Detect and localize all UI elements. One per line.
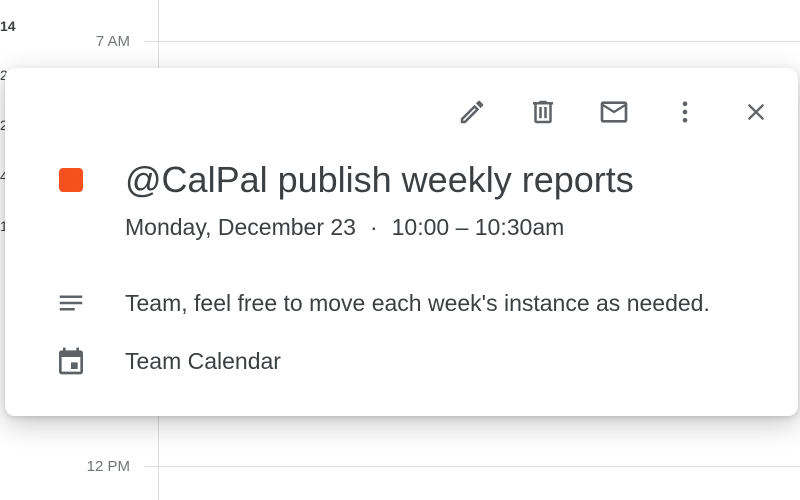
event-popup-toolbar <box>423 90 778 134</box>
event-calendar-name: Team Calendar <box>125 348 281 374</box>
pencil-icon <box>457 97 487 127</box>
hour-gridline <box>144 466 800 467</box>
mini-calendar-date[interactable]: 14 <box>0 18 16 34</box>
event-time: 10:00 – 10:30am <box>391 214 565 240</box>
event-details-popup: @CalPal publish weekly reports Monday, D… <box>5 68 798 416</box>
mail-icon <box>598 96 630 128</box>
close-icon <box>742 98 770 126</box>
hour-gridline <box>144 41 800 42</box>
close-popup-button[interactable] <box>734 90 778 134</box>
notes-icon <box>55 287 87 319</box>
trash-icon <box>528 97 558 127</box>
event-description: Team, feel free to move each week's inst… <box>125 290 710 316</box>
time-label-7am: 7 AM <box>95 33 130 50</box>
delete-event-button[interactable] <box>521 90 565 134</box>
event-title: @CalPal publish weekly reports <box>125 159 634 200</box>
more-vertical-icon <box>671 98 699 126</box>
more-options-button[interactable] <box>663 90 707 134</box>
calendar-icon <box>55 345 87 377</box>
event-color-chip <box>59 168 83 192</box>
calendar-day-view: 14 21 2 4 1 7 AM 12 PM <box>0 0 800 500</box>
event-date: Monday, December 23 <box>125 214 356 240</box>
time-label-12pm: 12 PM <box>86 458 130 475</box>
event-datetime: Monday, December 23 · 10:00 – 10:30am <box>125 212 564 242</box>
email-guests-button[interactable] <box>592 90 636 134</box>
datetime-separator: · <box>369 214 378 240</box>
edit-event-button[interactable] <box>450 90 494 134</box>
